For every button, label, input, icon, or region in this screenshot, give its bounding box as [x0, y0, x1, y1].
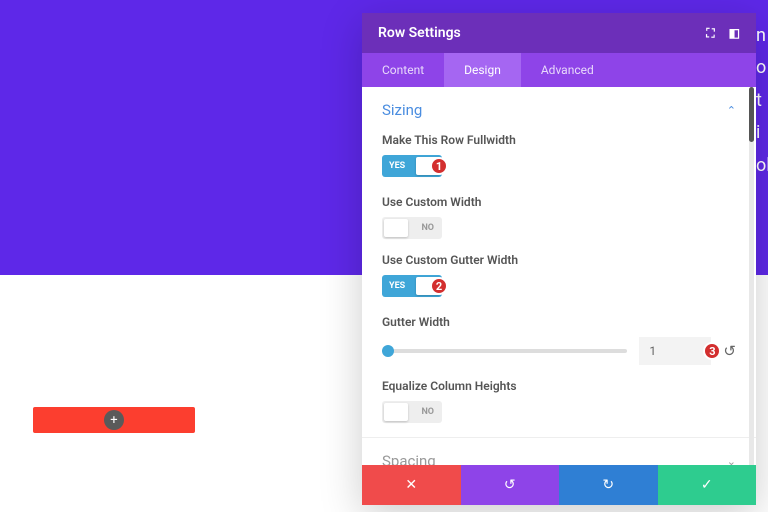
chevron-down-icon: ⌄	[727, 455, 736, 466]
cancel-button[interactable]: ✕	[362, 465, 461, 505]
section-title-sizing: Sizing	[382, 101, 422, 119]
add-module-button[interactable]: +	[104, 410, 124, 430]
input-gutter-width[interactable]	[639, 337, 711, 365]
label-custom-width: Use Custom Width	[382, 195, 736, 209]
section-spacing-header[interactable]: Spacing ⌄	[382, 452, 736, 465]
tab-design[interactable]: Design	[444, 53, 521, 87]
section-sizing-header[interactable]: Sizing ⌃	[382, 101, 736, 119]
redo-button[interactable]: ↻	[559, 465, 658, 505]
module-block[interactable]: +	[33, 407, 195, 433]
panel-title: Row Settings	[378, 25, 461, 41]
label-equalize: Equalize Column Heights	[382, 379, 736, 393]
tabs: Content Design Advanced	[362, 53, 756, 87]
expand-icon[interactable]: ⛶	[706, 26, 714, 41]
reset-icon[interactable]: ↺	[723, 342, 736, 360]
save-button[interactable]: ✓	[658, 465, 757, 505]
toggle-custom-width[interactable]: NO	[382, 217, 442, 239]
panel-body: Sizing ⌃ Make This Row Fullwidth YES 1 U…	[362, 87, 756, 465]
snap-icon[interactable]: ◧	[729, 26, 740, 40]
toggle-handle	[384, 403, 408, 421]
chevron-up-icon: ⌃	[727, 104, 736, 117]
toggle-handle	[384, 219, 408, 237]
annotation-badge-2: 2	[430, 277, 448, 295]
tab-content[interactable]: Content	[362, 53, 444, 87]
scrollbar-thumb[interactable]	[749, 87, 754, 142]
background-text-fragment: n o t i ol	[756, 20, 768, 182]
label-custom-gutter: Use Custom Gutter Width	[382, 253, 736, 267]
undo-button[interactable]: ↺	[461, 465, 560, 505]
label-fullwidth: Make This Row Fullwidth	[382, 133, 736, 147]
panel-footer: ✕ ↺ ↻ ✓	[362, 465, 756, 505]
annotation-badge-1: 1	[430, 157, 448, 175]
toggle-equalize[interactable]: NO	[382, 401, 442, 423]
slider-thumb[interactable]	[382, 345, 394, 357]
label-gutter-width: Gutter Width	[382, 315, 736, 329]
scrollbar-track[interactable]	[749, 87, 754, 465]
slider-gutter-width[interactable]	[382, 349, 627, 353]
annotation-badge-3: 3	[703, 342, 721, 360]
section-title-spacing: Spacing	[382, 452, 436, 465]
row-settings-panel: Row Settings ⛶ ◧ Content Design Advanced…	[362, 13, 756, 505]
panel-header: Row Settings ⛶ ◧	[362, 13, 756, 53]
tab-advanced[interactable]: Advanced	[521, 53, 614, 87]
